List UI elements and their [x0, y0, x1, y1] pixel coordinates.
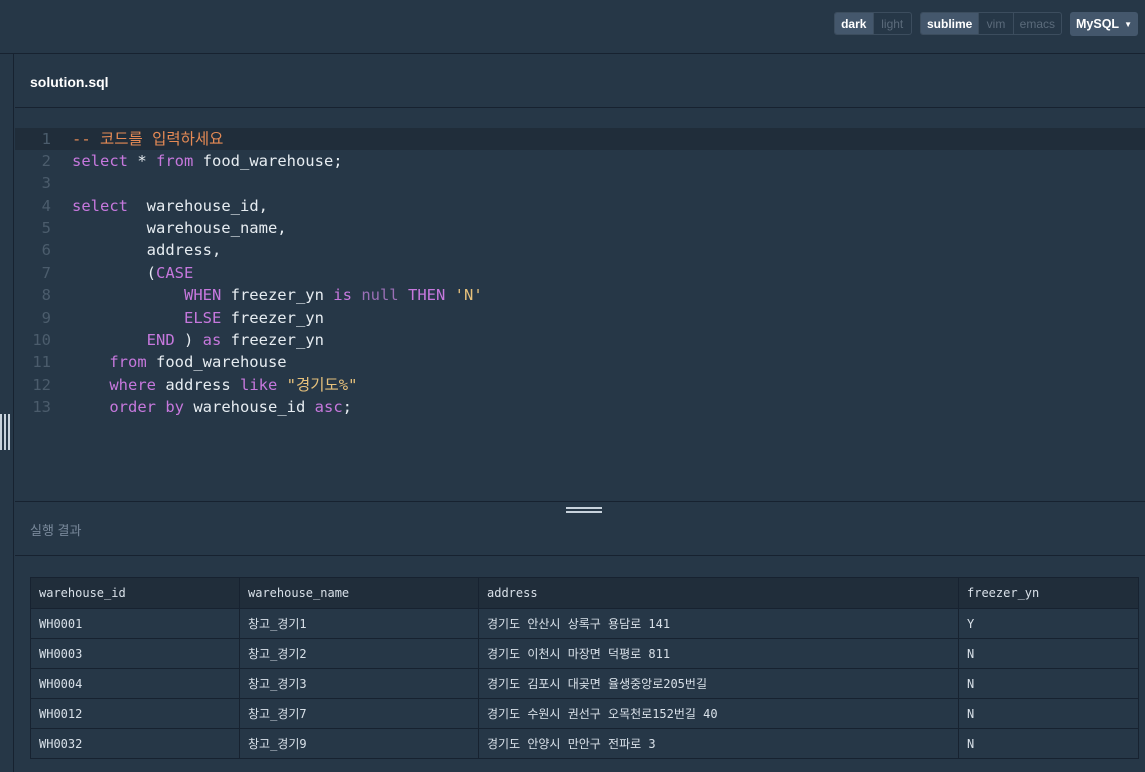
line-number: 12 — [32, 376, 51, 394]
line-number: 5 — [41, 219, 51, 237]
results-title: 실행 결과 — [30, 523, 82, 538]
code-line: 7 (CASE — [15, 262, 1145, 284]
code-text: WHEN freezer_yn is null THEN 'N' — [183, 286, 483, 304]
line-number: 8 — [41, 286, 51, 304]
table-cell: 경기도 안양시 만안구 전파로 3 — [478, 728, 959, 759]
line-number: 13 — [32, 398, 51, 416]
table-header-row: warehouse_id warehouse_name address free… — [30, 577, 1139, 609]
table-row: WH0003 창고_경기2 경기도 이천시 마장면 덕평로 811 N — [30, 638, 1139, 669]
line-number: 6 — [41, 241, 51, 259]
table-cell: 창고_경기3 — [239, 668, 479, 699]
results-table: warehouse_id warehouse_name address free… — [30, 577, 1139, 759]
code-text: select warehouse_id, — [72, 197, 268, 215]
table-cell: WH0004 — [30, 668, 240, 699]
line-number: 3 — [41, 174, 51, 192]
line-number: 4 — [41, 197, 51, 215]
code-line: 10 END ) as freezer_yn — [15, 329, 1145, 351]
table-cell: 창고_경기2 — [239, 638, 479, 669]
code-line: 2 select * from food_warehouse; — [15, 150, 1145, 172]
code-line: 4 select warehouse_id, — [15, 195, 1145, 217]
line-number: 1 — [41, 130, 51, 148]
table-row: WH0001 창고_경기1 경기도 안산시 상록구 용담로 141 Y — [30, 608, 1139, 639]
table-cell: N — [958, 668, 1139, 699]
line-number: 2 — [41, 152, 51, 170]
table-cell: WH0032 — [30, 728, 240, 759]
code-text: select * from food_warehouse; — [72, 152, 343, 170]
line-number: 7 — [41, 264, 51, 282]
code-text: warehouse_name, — [72, 219, 287, 237]
table-row: WH0032 창고_경기9 경기도 안양시 만안구 전파로 3 N — [30, 728, 1139, 759]
table-cell: N — [958, 638, 1139, 669]
code-line: 11 from food_warehouse — [15, 351, 1145, 373]
column-header: address — [478, 577, 959, 609]
table-cell: 창고_경기7 — [239, 698, 479, 729]
code-text: where address like "경기도%" — [109, 376, 358, 394]
column-header: freezer_yn — [958, 577, 1139, 609]
file-tab-bar: solution.sql — [15, 55, 1145, 108]
file-name[interactable]: solution.sql — [30, 74, 109, 90]
table-cell: N — [958, 698, 1139, 729]
results-header: 실행 결과 — [15, 501, 1145, 556]
code-text: -- 코드를 입력하세요 — [72, 130, 224, 148]
code-text: from food_warehouse — [109, 353, 287, 371]
table-cell: 경기도 안산시 상록구 용담로 141 — [478, 608, 959, 639]
code-text: ELSE freezer_yn — [183, 309, 324, 327]
code-line: 1 -- 코드를 입력하세요 — [15, 128, 1145, 150]
left-panel-edge — [0, 54, 14, 772]
code-line: 8 WHEN freezer_yn is null THEN 'N' — [15, 284, 1145, 306]
table-row: WH0004 창고_경기3 경기도 김포시 대곶면 율생중앙로205번길 N — [30, 668, 1139, 699]
keymap-vim-button[interactable]: vim — [979, 13, 1014, 34]
table-cell: 경기도 이천시 마장면 덕평로 811 — [478, 638, 959, 669]
language-label: MySQL — [1076, 17, 1120, 31]
code-text: END ) as freezer_yn — [146, 331, 324, 349]
table-cell: 경기도 김포시 대곶면 율생중앙로205번길 — [478, 668, 959, 699]
code-editor[interactable]: 1 -- 코드를 입력하세요 2 select * from food_wareho… — [15, 108, 1145, 501]
column-header: warehouse_name — [239, 577, 479, 609]
results-panel: warehouse_id warehouse_name address free… — [15, 556, 1145, 772]
table-cell: 창고_경기9 — [239, 728, 479, 759]
drag-handle-icon[interactable] — [566, 507, 602, 515]
code-line: 12 where address like "경기도%" — [15, 374, 1145, 396]
column-header: warehouse_id — [30, 577, 240, 609]
language-dropdown[interactable]: MySQL ▼ — [1070, 12, 1138, 36]
chevron-down-icon: ▼ — [1124, 19, 1132, 29]
table-row: WH0012 창고_경기7 경기도 수원시 권선구 오목천로152번길 40 N — [30, 698, 1139, 729]
keymap-emacs-button[interactable]: emacs — [1014, 13, 1061, 34]
code-line: 9 ELSE freezer_yn — [15, 307, 1145, 329]
code-line: 13 order by warehouse_id asc; — [15, 396, 1145, 418]
table-cell: 창고_경기1 — [239, 608, 479, 639]
line-number: 10 — [32, 331, 51, 349]
code-line: 3 — [15, 172, 1145, 194]
theme-toggle: dark light — [834, 12, 912, 35]
table-cell: WH0012 — [30, 698, 240, 729]
table-cell: WH0001 — [30, 608, 240, 639]
line-number: 9 — [41, 309, 51, 327]
theme-dark-button[interactable]: dark — [835, 13, 874, 34]
code-line: 6 address, — [15, 239, 1145, 261]
top-toolbar: dark light sublime vim emacs MySQL ▼ — [0, 0, 1145, 54]
keymap-sublime-button[interactable]: sublime — [921, 13, 980, 34]
table-cell: WH0003 — [30, 638, 240, 669]
line-number: 11 — [32, 353, 51, 371]
table-cell: 경기도 수원시 권선구 오목천로152번길 40 — [478, 698, 959, 729]
code-text: address, — [72, 241, 222, 259]
keymap-toggle: sublime vim emacs — [920, 12, 1062, 35]
code-line: 5 warehouse_name, — [15, 217, 1145, 239]
code-text: order by warehouse_id asc; — [109, 398, 353, 416]
table-cell: N — [958, 728, 1139, 759]
panel-resize-handle[interactable] — [0, 414, 10, 450]
theme-light-button[interactable]: light — [874, 13, 912, 34]
code-text: (CASE — [72, 264, 194, 282]
table-cell: Y — [958, 608, 1139, 639]
